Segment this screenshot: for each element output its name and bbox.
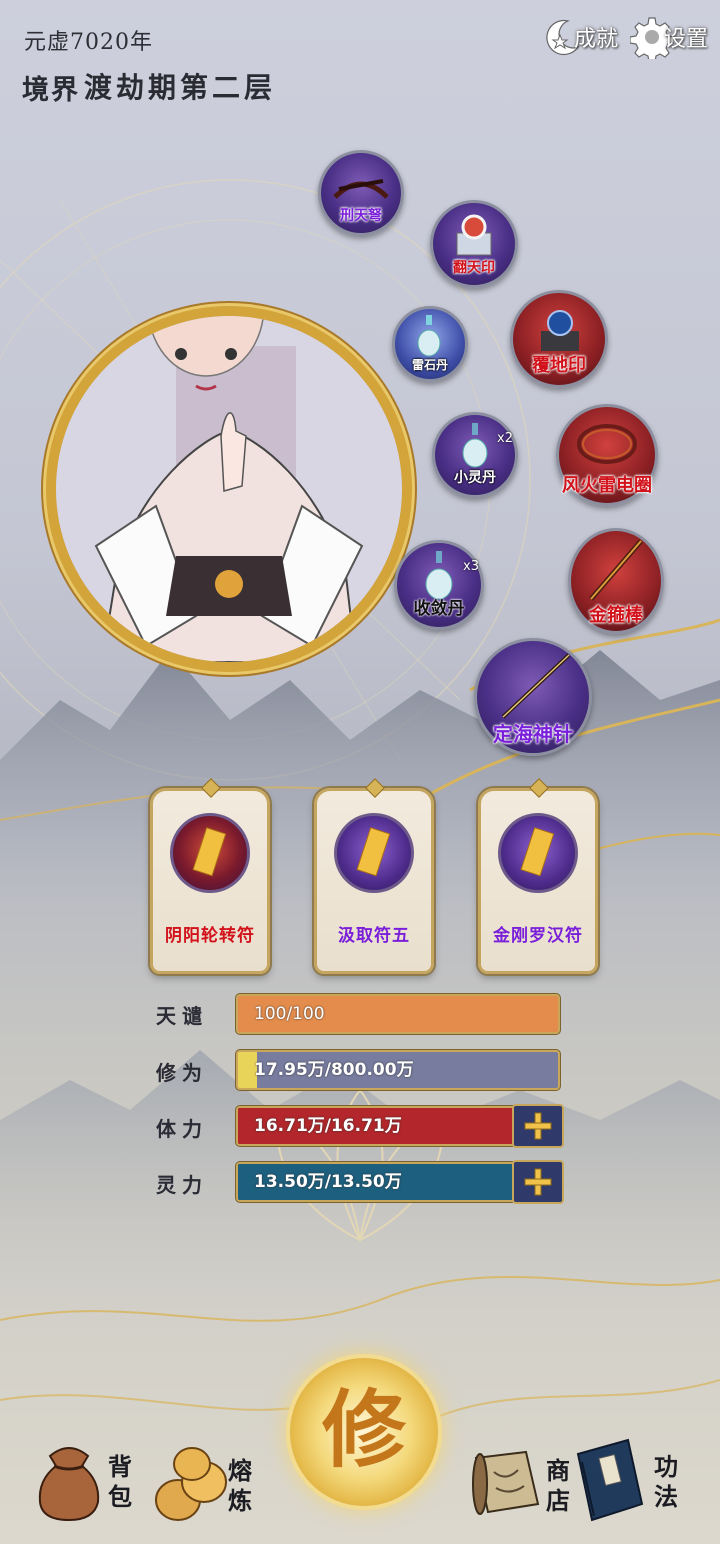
realm-value: 渡劫期第二层	[84, 71, 277, 104]
stat-bar-tili: 16.71万/16.71万	[236, 1106, 516, 1146]
treasure-dinghai-needle[interactable]: 定海神针	[474, 638, 592, 756]
talisman-paper-icon	[192, 827, 227, 877]
treasure-jingu-staff[interactable]: 金箍棒	[568, 528, 664, 634]
bag-label: 背包	[108, 1452, 132, 1511]
treasure-label: 覆地印	[532, 355, 586, 376]
treasure-label: 收敛丹	[413, 599, 465, 619]
smelt-label: 熔炼	[228, 1456, 252, 1515]
treasure-fenghuo-ring[interactable]: 风火雷电圈	[556, 404, 658, 506]
talisman-name: 汲取符五	[338, 926, 410, 946]
talisman-card-jingang[interactable]: 金刚罗汉符	[478, 778, 598, 974]
talisman-icon	[334, 813, 414, 893]
talisman-name: 金刚罗汉符	[493, 926, 583, 946]
treasure-label: 定海神针	[493, 722, 573, 746]
skills-label: 功法	[654, 1452, 678, 1511]
treasure-fantian-seal[interactable]: 翻天印	[430, 200, 518, 288]
add-spirit-button[interactable]	[512, 1160, 564, 1204]
treasure-label: 金箍棒	[589, 605, 643, 626]
realm-label: 境界	[22, 75, 80, 106]
stat-bar-tianqian: 100/100	[236, 994, 560, 1034]
treasure-xingtian-crossbow[interactable]: 刑天弩	[318, 150, 404, 236]
orb-seal-icon	[541, 310, 579, 351]
bag-button[interactable]: 背包	[28, 1430, 138, 1530]
pill-bottle-icon	[462, 423, 488, 468]
talisman-name: 阴阳轮转符	[165, 926, 255, 946]
staff-icon	[589, 539, 643, 601]
stat-label-tianqian: 天谴	[156, 1004, 208, 1028]
talisman-icon	[498, 813, 578, 893]
skills-button[interactable]: 功法	[572, 1430, 692, 1530]
add-stamina-button[interactable]	[512, 1104, 564, 1148]
crossbow-icon	[333, 179, 389, 199]
needle-icon	[501, 653, 571, 719]
achievements-label: 成就	[574, 27, 619, 52]
treasure-fudi-seal[interactable]: 覆地印	[510, 290, 608, 388]
treasure-xiaoling-pill[interactable]: x2 小灵丹	[432, 412, 518, 498]
settings-button[interactable]: 设置	[630, 8, 708, 66]
item-count: x3	[463, 559, 479, 574]
stat-label-xiuwei: 修为	[156, 1061, 208, 1085]
plus-icon	[524, 1112, 552, 1140]
shop-button[interactable]: 商店	[466, 1434, 576, 1534]
ring-icon	[577, 424, 637, 464]
era-year: 元虚7020年	[24, 30, 153, 55]
bag-icon	[38, 1447, 100, 1522]
treasure-label: 刑天弩	[340, 208, 382, 224]
stat-bar-lingli: 13.50万/13.50万	[236, 1162, 516, 1202]
coins-icon	[155, 1447, 227, 1521]
settings-label: 设置	[664, 27, 709, 52]
talisman-paper-icon	[356, 827, 391, 877]
seal-icon	[456, 214, 492, 256]
treasure-label: 风火雷电圈	[562, 475, 652, 496]
book-icon	[576, 1438, 644, 1522]
stat-value: 17.95万/800.00万	[254, 1060, 414, 1080]
stat-label-tili: 体力	[156, 1117, 208, 1141]
character-portrait[interactable]	[56, 316, 402, 662]
cultivate-button[interactable]: 修	[290, 1358, 438, 1506]
talisman-card-jiqu[interactable]: 汲取符五	[314, 778, 434, 974]
talisman-icon	[170, 813, 250, 893]
cultivate-label: 修	[321, 1380, 406, 1479]
stat-label-lingli: 灵力	[156, 1173, 208, 1197]
stat-value: 13.50万/13.50万	[254, 1172, 402, 1192]
treasure-label: 翻天印	[453, 260, 495, 276]
achievements-button[interactable]: 成就	[540, 8, 618, 66]
stat-bar-xiuwei: 17.95万/800.00万	[236, 1050, 560, 1090]
stat-value: 16.71万/16.71万	[254, 1116, 402, 1136]
character-figure	[56, 316, 402, 662]
treasure-leishi-pill[interactable]: 雷石丹	[392, 306, 468, 382]
stat-value: 100/100	[254, 1004, 325, 1024]
talisman-paper-icon	[520, 827, 555, 877]
shop-label: 商店	[546, 1456, 570, 1515]
treasure-label: 小灵丹	[454, 470, 496, 486]
smelt-button[interactable]: 熔炼	[152, 1432, 262, 1532]
treasure-label: 雷石丹	[411, 358, 448, 372]
plus-icon	[524, 1168, 552, 1196]
item-count: x2	[497, 431, 513, 446]
scroll-map-icon	[472, 1450, 540, 1515]
talisman-card-yinyang[interactable]: 阴阳轮转符	[150, 778, 270, 974]
pill-bottle-icon	[417, 315, 441, 357]
treasure-shoulian-pill[interactable]: x3 收敛丹	[394, 540, 484, 630]
